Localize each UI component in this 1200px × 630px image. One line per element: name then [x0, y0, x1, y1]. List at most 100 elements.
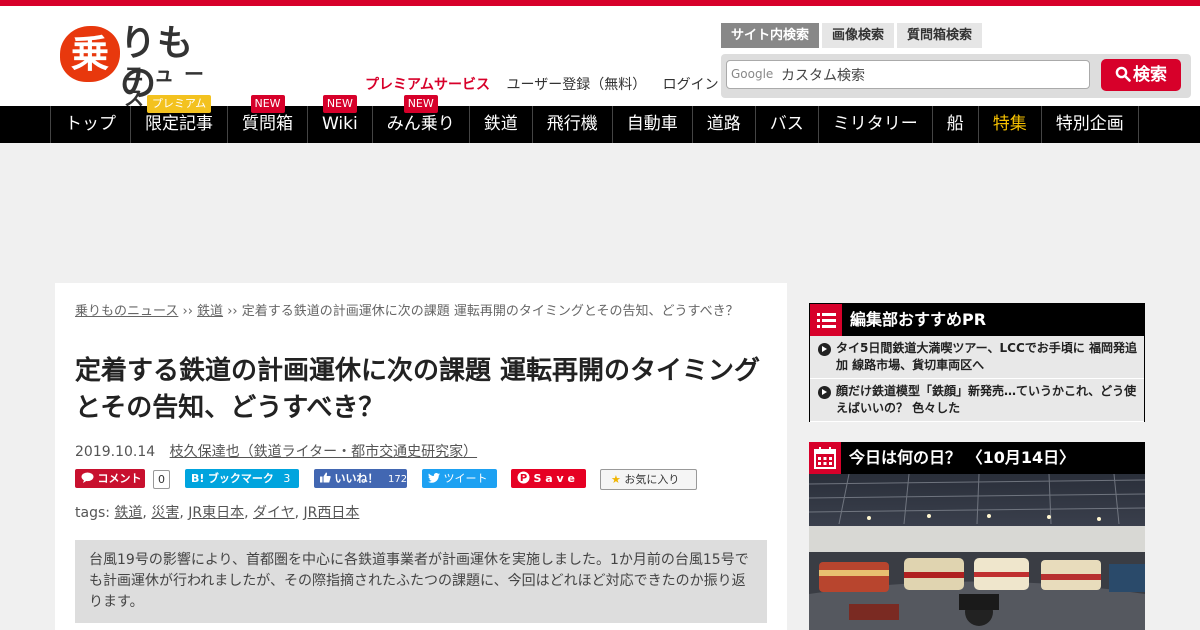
thumbs-up-icon	[320, 472, 331, 483]
today-box-header: 今日は何の日？ 〈10月14日〉	[809, 442, 1145, 474]
nav-item-bus[interactable]: バス	[754, 106, 818, 143]
tab-question-search[interactable]: 質問箱検索	[897, 23, 983, 48]
login-link[interactable]: ログイン	[663, 77, 719, 93]
article-author[interactable]: 枝久保達也（鉄道ライター・都市交通史研究家）	[170, 444, 477, 460]
like-label: いいね！	[334, 472, 379, 485]
tag-link[interactable]: JR東日本	[188, 505, 244, 521]
pr-list: タイ5日間鉄道大満喫ツアー、LCCでお手頃に 福岡発追加 線路市場、貨切車両区へ…	[810, 336, 1144, 422]
tab-image-search[interactable]: 画像検索	[822, 23, 895, 48]
nav-item-minnori[interactable]: NEW みん乗り	[371, 95, 469, 143]
nav-item-wiki[interactable]: NEW Wiki	[307, 95, 372, 143]
calendar-icon	[809, 442, 841, 474]
nav-item-airplane[interactable]: 飛行機	[531, 106, 612, 143]
nav-label: 自動車	[626, 114, 678, 134]
tag-link[interactable]: ダイヤ	[253, 505, 295, 521]
facebook-like-button[interactable]: いいね！ 172	[314, 469, 407, 488]
breadcrumb-home[interactable]: 乗りものニュース	[75, 304, 178, 319]
new-badge: NEW	[403, 95, 438, 113]
nav-item-special-project[interactable]: 特別企画	[1040, 106, 1139, 143]
today-in-history-box: 今日は何の日？ 〈10月14日〉	[809, 442, 1145, 630]
star-icon: ★	[611, 473, 621, 486]
nav-label: 特別企画	[1055, 114, 1124, 134]
comment-count: 0	[153, 470, 170, 489]
breadcrumb-sep: ››	[227, 304, 238, 319]
article-summary: 台風19号の影響により、首都圏を中心に各鉄道事業者が計画運休を実施しました。1か…	[75, 540, 767, 623]
comment-icon	[81, 472, 94, 483]
breadcrumb-sep: ››	[182, 304, 193, 319]
nav-item-road[interactable]: 道路	[691, 106, 755, 143]
nav-item-car[interactable]: 自動車	[611, 106, 692, 143]
search-box: Google カスタム検索 検索	[721, 54, 1191, 98]
favorite-label: お気に入り	[624, 473, 680, 486]
nav-item-top[interactable]: トップ	[50, 106, 130, 143]
register-link[interactable]: ユーザー登録（無料）	[506, 77, 646, 93]
nav-item-question[interactable]: NEW 質問箱	[227, 95, 307, 143]
new-badge: NEW	[250, 95, 285, 113]
article-title: 定着する鉄道の計画運休に次の課題 運転再開のタイミングとその告知、どうすべき？	[75, 356, 761, 423]
tab-site-search[interactable]: サイト内検索	[721, 23, 820, 48]
pinterest-save-button[interactable]: P S a v e	[511, 469, 586, 488]
tag-link[interactable]: JR西日本	[304, 505, 360, 521]
search-tabs: サイト内検索 画像検索 質問箱検索	[721, 23, 983, 48]
pr-item-text: タイ5日間鉄道大満喫ツアー、LCCでお手頃に 福岡発追加 線路市場、貨切車両区へ	[836, 341, 1137, 372]
pr-item-text: 顔だけ鉄道模型「鉄顔」新発売…ていうかこれ、どう使えばいいの？ 色々した	[836, 384, 1137, 415]
tweet-button[interactable]: ツイート	[422, 469, 497, 488]
railway-museum-photo[interactable]	[809, 474, 1145, 630]
nav-label: 飛行機	[546, 114, 598, 134]
list-icon	[810, 304, 842, 336]
tag-link[interactable]: 鉄道	[114, 505, 142, 521]
nav-label: ミリタリー	[832, 114, 918, 134]
nav-label: 質問箱	[242, 114, 293, 134]
nav-item-feature[interactable]: 特集	[977, 106, 1041, 143]
hatena-bookmark-button[interactable]: B! ブックマーク 3	[185, 469, 299, 488]
search-button[interactable]: 検索	[1101, 59, 1181, 91]
twitter-bird-icon	[428, 473, 440, 483]
social-buttons: コメント 0 B! ブックマーク 3 いいね！ 172 ツイート P S a v…	[75, 469, 775, 491]
nav-label: 道路	[706, 114, 741, 134]
new-badge: NEW	[322, 95, 357, 113]
nav-label: 船	[946, 114, 964, 134]
editor-pr-box: 編集部おすすめPR タイ5日間鉄道大満喫ツアー、LCCでお手頃に 福岡発追加 線…	[809, 303, 1145, 422]
pr-item[interactable]: タイ5日間鉄道大満喫ツアー、LCCでお手頃に 福岡発追加 線路市場、貨切車両区へ	[810, 336, 1144, 379]
search-button-label: 検索	[1133, 65, 1167, 85]
pr-box-header: 編集部おすすめPR	[810, 304, 1144, 336]
premium-badge: プレミアム	[147, 95, 211, 113]
pinterest-icon: P	[517, 471, 530, 484]
nav-label: バス	[769, 114, 804, 134]
arrow-right-icon	[818, 343, 831, 356]
article-main: 乗りものニュース ›› 鉄道 ›› 定着する鉄道の計画運休に次の課題 運転再開の…	[55, 283, 787, 630]
nav-item-military[interactable]: ミリタリー	[817, 106, 932, 143]
tag-link[interactable]: 災害	[151, 505, 179, 521]
today-box-title: 今日は何の日？ 〈10月14日〉	[849, 448, 1076, 467]
site-logo[interactable]: 乗 りもの ニュース	[60, 24, 225, 110]
save-label: S a v e	[533, 472, 575, 485]
tweet-label: ツイート	[443, 472, 488, 485]
like-count: 172	[388, 474, 408, 485]
logo-kanji-mark: 乗	[60, 26, 120, 82]
hatena-count: 3	[283, 472, 291, 485]
nav-item-ship[interactable]: 船	[931, 106, 978, 143]
breadcrumb: 乗りものニュース ›› 鉄道 ›› 定着する鉄道の計画運休に次の課題 運転再開の…	[75, 303, 765, 321]
breadcrumb-category[interactable]: 鉄道	[197, 304, 223, 319]
favorite-button[interactable]: ★ お気に入り	[600, 469, 697, 490]
pr-box-title: 編集部おすすめPR	[850, 310, 987, 329]
nav-item-railway[interactable]: 鉄道	[468, 106, 532, 143]
pr-item[interactable]: 顔だけ鉄道模型「鉄顔」新発売…ていうかこれ、どう使えばいいの？ 色々した	[810, 379, 1144, 422]
nav-label: 限定記事	[145, 114, 213, 134]
nav-label: みん乗り	[386, 114, 455, 134]
article-date: 2019.10.14	[75, 444, 156, 460]
article-meta: 2019.10.14 枝久保達也（鉄道ライター・都市交通史研究家）	[75, 441, 477, 461]
arrow-right-icon	[818, 386, 831, 399]
search-input[interactable]	[726, 60, 1090, 89]
premium-service-link[interactable]: プレミアムサービス	[365, 77, 490, 93]
nav-label: トップ	[65, 114, 116, 134]
breadcrumb-current: 定着する鉄道の計画運休に次の課題 運転再開のタイミングとその告知、どうすべき？	[241, 304, 739, 319]
nav-label: 特集	[992, 114, 1027, 134]
comment-button[interactable]: コメント	[75, 469, 145, 488]
tag-list: tags: 鉄道, 災害, JR東日本, ダイヤ, JR西日本	[75, 505, 360, 521]
main-nav: トップ プレミアム 限定記事 NEW 質問箱 NEW Wiki NEW みん乗り 鉄道 …	[0, 95, 1200, 143]
header-links: プレミアムサービス ユーザー登録（無料） ログイン	[365, 74, 731, 94]
nav-item-limited[interactable]: プレミアム 限定記事	[130, 95, 227, 143]
nav-label: Wiki	[322, 114, 358, 134]
search-icon	[1115, 66, 1131, 82]
